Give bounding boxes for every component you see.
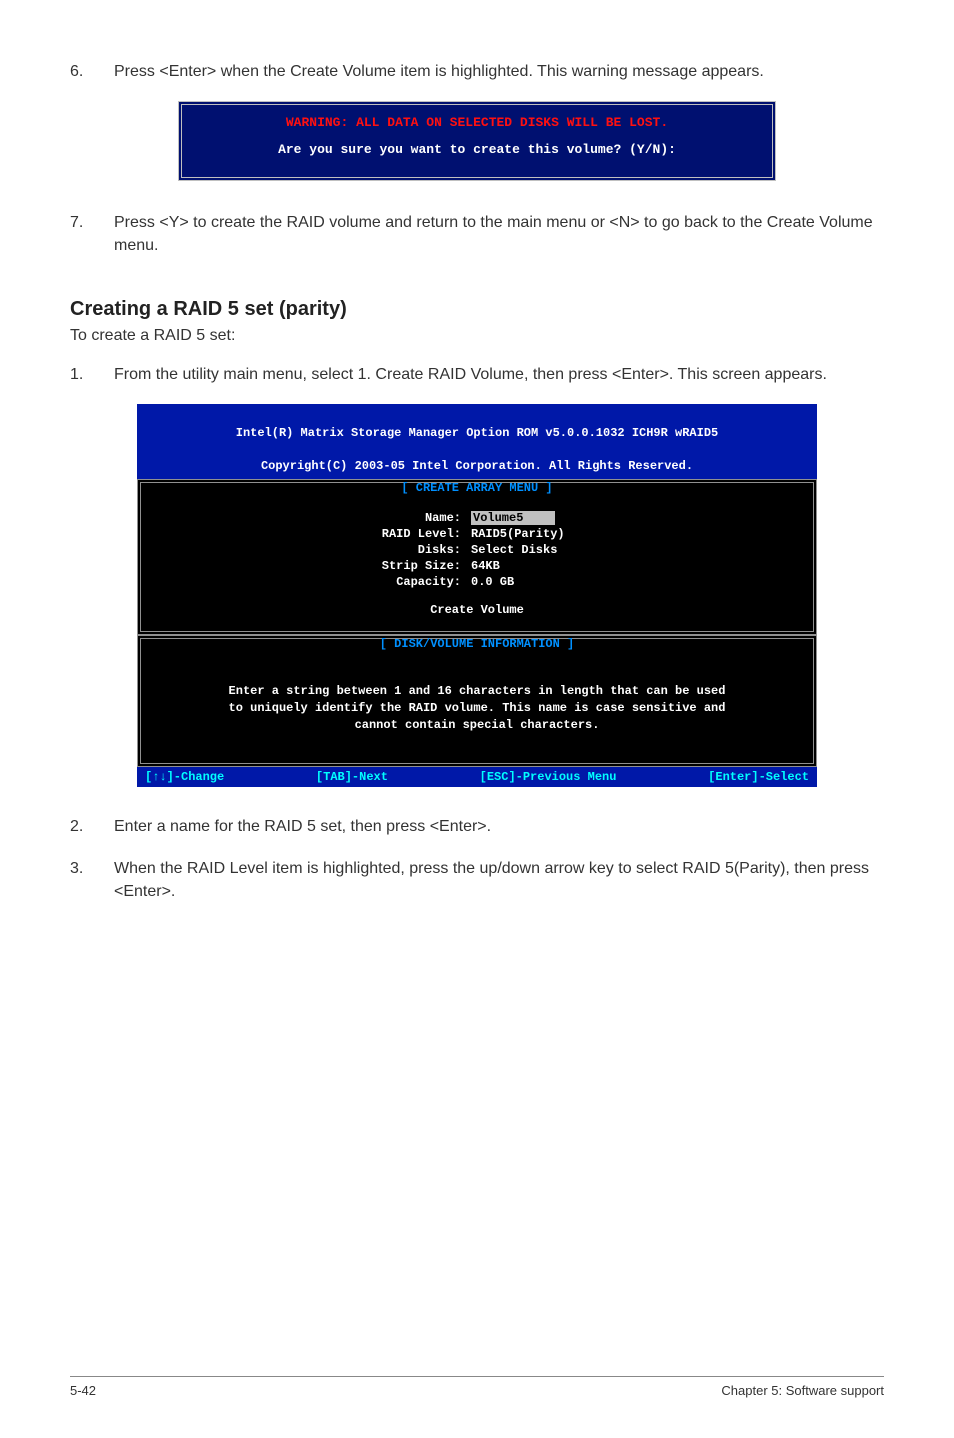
create-volume-button[interactable]: Create Volume <box>151 603 803 617</box>
label-raid-level: RAID Level: <box>151 527 471 541</box>
bios-key-hints: [↑↓]-Change [TAB]-Next [ESC]-Previous Me… <box>137 767 817 787</box>
info-line: Enter a string between 1 and 16 characte… <box>167 683 787 700</box>
panel-heading-create-array: [ CREATE ARRAY MENU ] <box>141 481 813 495</box>
step-text: Press <Y> to create the RAID volume and … <box>114 211 884 257</box>
label-name: Name: <box>151 511 471 525</box>
step-number: 2. <box>70 815 114 838</box>
bios-screenshot: Intel(R) Matrix Storage Manager Option R… <box>137 404 817 788</box>
value-capacity[interactable]: 0.0 GB <box>471 575 514 589</box>
value-strip-size[interactable]: 64KB <box>471 559 500 573</box>
value-disks[interactable]: Select Disks <box>471 543 557 557</box>
warning-line: WARNING: ALL DATA ON SELECTED DISKS WILL… <box>192 115 762 130</box>
label-capacity: Capacity: <box>151 575 471 589</box>
input-volume-name[interactable]: Volume5 <box>471 511 555 525</box>
chapter-label: Chapter 5: Software support <box>721 1383 884 1398</box>
value-raid-level[interactable]: RAID5(Parity) <box>471 527 565 541</box>
bios-title-line1: Intel(R) Matrix Storage Manager Option R… <box>236 426 718 440</box>
page-number: 5-42 <box>70 1383 96 1398</box>
step-text: From the utility main menu, select 1. Cr… <box>114 363 884 386</box>
warning-dialog: WARNING: ALL DATA ON SELECTED DISKS WILL… <box>178 101 776 181</box>
info-line: to uniquely identify the RAID volume. Th… <box>167 700 787 717</box>
step-number: 3. <box>70 857 114 903</box>
hint-previous: [ESC]-Previous Menu <box>480 770 617 784</box>
disk-info-text: Enter a string between 1 and 16 characte… <box>141 661 813 763</box>
bios-title-line2: Copyright(C) 2003-05 Intel Corporation. … <box>261 459 693 473</box>
step-number: 7. <box>70 211 114 257</box>
step-text: When the RAID Level item is highlighted,… <box>114 857 884 903</box>
bios-title: Intel(R) Matrix Storage Manager Option R… <box>137 404 817 479</box>
info-line: cannot contain special characters. <box>167 717 787 734</box>
section-intro: To create a RAID 5 set: <box>70 327 884 345</box>
step-text: Press <Enter> when the Create Volume ite… <box>114 60 884 83</box>
panel-heading-disk-info: [ DISK/VOLUME INFORMATION ] <box>141 637 813 651</box>
label-disks: Disks: <box>151 543 471 557</box>
label-strip-size: Strip Size: <box>151 559 471 573</box>
step-number: 1. <box>70 363 114 386</box>
hint-change: [↑↓]-Change <box>145 770 224 784</box>
page-footer: 5-42 Chapter 5: Software support <box>70 1376 884 1398</box>
hint-select: [Enter]-Select <box>708 770 809 784</box>
section-heading: Creating a RAID 5 set (parity) <box>70 298 884 321</box>
step-number: 6. <box>70 60 114 83</box>
hint-next: [TAB]-Next <box>316 770 388 784</box>
confirm-prompt[interactable]: Are you sure you want to create this vol… <box>192 142 762 157</box>
step-text: Enter a name for the RAID 5 set, then pr… <box>114 815 884 838</box>
